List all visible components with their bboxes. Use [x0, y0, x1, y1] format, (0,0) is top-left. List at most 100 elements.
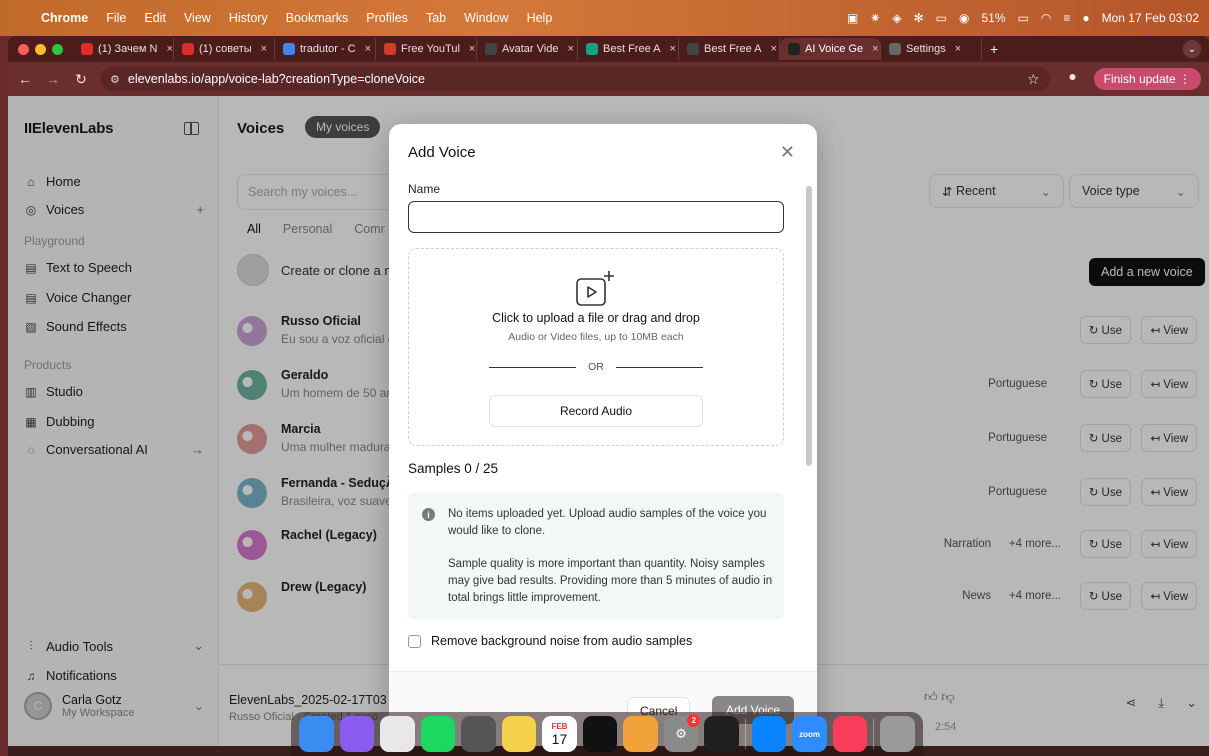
control-center-icon[interactable]: ≡ — [1063, 11, 1070, 25]
menu-app-name[interactable]: Chrome — [32, 11, 97, 25]
chrome-icon[interactable] — [380, 716, 415, 752]
menu-tab[interactable]: Tab — [417, 11, 455, 25]
calendar-month: FEB — [551, 721, 568, 731]
close-icon[interactable]: ✕ — [780, 142, 795, 163]
browser-tab[interactable]: Avatar Vide × — [477, 38, 578, 60]
profile-icon[interactable]: ● — [1062, 68, 1084, 90]
menu-edit[interactable]: Edit — [135, 11, 175, 25]
calendar-icon[interactable]: FEB 17 — [542, 716, 577, 752]
browser-tab[interactable]: tradutor - C × — [275, 38, 376, 60]
browser-tab[interactable]: Best Free A × — [578, 38, 679, 60]
menu-history[interactable]: History — [220, 11, 277, 25]
remove-noise-checkbox[interactable] — [408, 634, 421, 648]
address-bar[interactable]: ⚙ elevenlabs.io/app/voice-lab?creationTy… — [100, 67, 1050, 91]
or-label: OR — [588, 361, 604, 373]
skype-icon[interactable] — [751, 716, 787, 752]
browser-tab[interactable]: Free YouTul × — [376, 38, 477, 60]
browser-tab[interactable]: AI Voice Ge × — [780, 38, 881, 60]
chatgpt-icon[interactable] — [704, 716, 739, 752]
tab-close-icon[interactable]: × — [365, 43, 371, 55]
tab-label: AI Voice Ge — [805, 43, 864, 55]
site-info-icon[interactable]: ⚙ — [110, 73, 120, 86]
samples-count: Samples 0 / 25 — [408, 461, 499, 476]
tab-favicon-icon — [81, 43, 93, 55]
tab-close-icon[interactable]: × — [955, 43, 961, 55]
name-label: Name — [408, 182, 441, 196]
dock-separator — [873, 719, 875, 749]
new-tab-button[interactable]: + — [982, 41, 1006, 57]
menu-profiles[interactable]: Profiles — [357, 11, 417, 25]
wifi-icon[interactable]: ◠ — [1041, 11, 1051, 25]
bluetooth-icon[interactable]: ✻ — [914, 11, 924, 25]
upload-video-icon — [576, 271, 614, 306]
calculator-icon[interactable] — [461, 716, 496, 752]
window-controls — [8, 43, 73, 55]
play-circle-icon[interactable]: ◉ — [959, 11, 969, 25]
menu-view[interactable]: View — [175, 11, 220, 25]
tab-favicon-icon — [182, 43, 194, 55]
notes-icon[interactable] — [501, 716, 537, 752]
add-voice-dialog: Add Voice ✕ Name Click to upload a file … — [389, 124, 817, 746]
remove-noise-option[interactable]: Remove background noise from audio sampl… — [408, 634, 692, 648]
upload-dropzone[interactable]: Click to upload a file or drag and drop … — [408, 248, 784, 446]
record-audio-button[interactable]: Record Audio — [489, 395, 703, 427]
tab-close-icon[interactable]: × — [770, 43, 776, 55]
zoom-icon[interactable]: zoom — [792, 716, 827, 752]
or-divider: OR — [489, 361, 703, 373]
battery-icon[interactable]: ▭ — [1018, 11, 1029, 25]
browser-window: (1) Зачем N × (1) советы × tradutor - C × Free… — [8, 36, 1209, 756]
settings-icon[interactable]: ⚙ 2 — [663, 714, 701, 752]
info-box: i No items uploaded yet. Upload audio sa… — [408, 492, 784, 620]
browser-tab[interactable]: (1) Зачем N × — [73, 38, 174, 60]
tab-close-icon[interactable]: × — [166, 43, 172, 55]
menu-file[interactable]: File — [97, 11, 135, 25]
info-icon: i — [422, 508, 435, 521]
browser-tab[interactable]: Best Free A × — [679, 38, 780, 60]
reload-icon[interactable]: ↻ — [70, 71, 92, 88]
tab-search-button[interactable]: ⌄ — [1183, 40, 1201, 58]
minimize-window-button[interactable] — [35, 43, 46, 55]
menu-help[interactable]: Help — [518, 11, 562, 25]
sun-icon[interactable]: ✷ — [870, 11, 880, 25]
url-text: elevenlabs.io/app/voice-lab?creationType… — [127, 72, 425, 86]
photos-icon[interactable] — [623, 716, 658, 752]
tab-close-icon[interactable]: × — [469, 43, 475, 55]
zoom-window-button[interactable] — [52, 43, 63, 55]
tab-label: Free YouTul — [401, 43, 460, 55]
dialog-scrollbar[interactable] — [806, 186, 812, 466]
battery-percent[interactable]: 51% — [981, 11, 1005, 25]
menu-bookmarks[interactable]: Bookmarks — [277, 11, 358, 25]
finish-update-label: Finish update — [1103, 72, 1176, 86]
tab-favicon-icon — [889, 43, 901, 55]
tab-close-icon[interactable]: × — [261, 43, 267, 55]
capcut-icon[interactable] — [582, 716, 618, 752]
browser-tab[interactable]: (1) советы × — [174, 38, 275, 60]
launchpad-icon[interactable] — [339, 716, 375, 752]
dock-separator — [744, 719, 746, 749]
browser-tab[interactable]: Settings × — [881, 38, 982, 60]
finish-update-button[interactable]: Finish update ⋮ — [1093, 68, 1201, 90]
finder-icon[interactable] — [299, 716, 334, 752]
bookmark-star-icon[interactable]: ☆ — [1027, 71, 1040, 88]
tab-close-icon[interactable]: × — [872, 43, 878, 55]
spotify-icon[interactable] — [420, 716, 456, 752]
siri-icon[interactable]: ● — [1082, 11, 1089, 25]
forward-arrow-icon[interactable]: → — [42, 71, 64, 87]
tab-close-icon[interactable]: × — [669, 43, 675, 55]
voice-name-input[interactable] — [408, 201, 784, 233]
back-arrow-icon[interactable]: ← — [14, 71, 36, 87]
shield-check-icon[interactable]: ◈ — [892, 11, 901, 25]
tab-label: Best Free A — [704, 43, 762, 55]
zoom-status-icon[interactable]: ▣ — [847, 11, 858, 25]
tab-close-icon[interactable]: × — [567, 43, 573, 55]
clock[interactable]: Mon 17 Feb 03:02 — [1102, 11, 1199, 25]
upload-title: Click to upload a file or drag and drop — [492, 311, 700, 325]
trash-icon[interactable] — [880, 716, 915, 752]
display-icon[interactable]: ▭ — [936, 11, 947, 25]
tab-label: Best Free A — [603, 43, 661, 55]
tab-favicon-icon — [485, 43, 497, 55]
music-icon[interactable] — [832, 716, 868, 752]
close-window-button[interactable] — [18, 43, 29, 55]
tab-strip: (1) Зачем N × (1) советы × tradutor - C × Free… — [8, 36, 1209, 62]
menu-window[interactable]: Window — [455, 11, 517, 25]
